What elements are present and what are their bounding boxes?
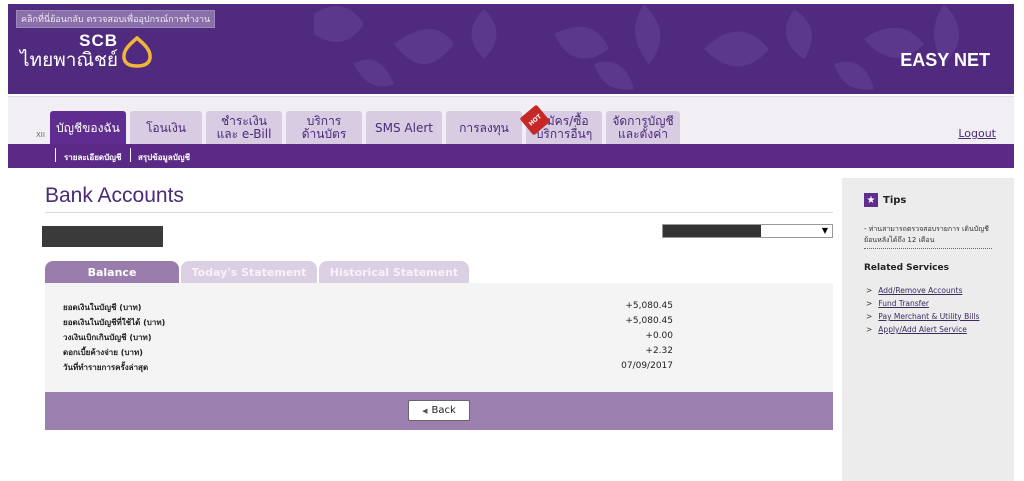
tab-label: การลงทุน bbox=[459, 120, 509, 135]
account-select[interactable]: ▼ bbox=[662, 224, 833, 238]
list-item: > Add/Remove Accounts bbox=[866, 286, 963, 295]
tab-label: บริการ ด้านบัตร bbox=[301, 114, 347, 141]
back-button[interactable]: ◀ Back bbox=[408, 400, 470, 421]
tips-title: Tips bbox=[883, 194, 907, 206]
sub-navigation: รายละเอียดบัญชี สรุปข้อมูลบัญชี bbox=[8, 144, 1014, 168]
tab-todays-statement[interactable]: Today's Statement bbox=[181, 261, 317, 283]
scb-logo-text[interactable]: SCB ไทยพาณิชย์ bbox=[20, 32, 118, 71]
row-value: 07/09/2017 bbox=[621, 361, 673, 371]
list-item: > Apply/Add Alert Service bbox=[866, 325, 967, 334]
subnav-account-summary[interactable]: สรุปข้อมูลบัญชี bbox=[138, 151, 190, 164]
tab-label: SMS Alert bbox=[375, 120, 433, 135]
link-fund-transfer[interactable]: Fund Transfer bbox=[878, 299, 929, 308]
subnav-separator bbox=[130, 148, 131, 162]
product-name: EASY NET bbox=[900, 50, 990, 70]
tab-label: บัญชีของฉัน bbox=[56, 120, 120, 135]
related-services-list: > Add/Remove Accounts > Fund Transfer > Pay… bbox=[866, 286, 979, 338]
tab-investment[interactable]: การลงทุน bbox=[446, 111, 522, 145]
tab-bill-payment[interactable]: ชำระเงิน และ e-Bill bbox=[206, 111, 282, 145]
sidebar: ★ Tips - ท่านสามารถตรวจสอบรายการ เดินบัญ… bbox=[842, 178, 1014, 481]
row-label: ยอดเงินในบัญชี (บาท) bbox=[63, 303, 142, 312]
scb-lotus-icon[interactable] bbox=[120, 36, 154, 68]
tab-balance[interactable]: Balance bbox=[45, 261, 179, 283]
list-item: > Fund Transfer bbox=[866, 299, 930, 308]
tab-account-settings[interactable]: จัดการบัญชี และตั้งค่า bbox=[606, 111, 680, 145]
row-label: ดอกเบี้ยค้างจ่าย (บาท) bbox=[63, 348, 143, 357]
tab-historical-statement[interactable]: Historical Statement bbox=[319, 261, 469, 283]
row-value: +0.00 bbox=[645, 331, 673, 341]
link-pay-merchant[interactable]: Pay Merchant & Utility Bills bbox=[878, 312, 979, 321]
balance-row: ยอดเงินในบัญชีที่ใช้ได้ (บาท) +5,080.45 bbox=[63, 316, 673, 330]
row-label: วงเงินเบิกเกินบัญชี (บาท) bbox=[63, 333, 152, 342]
logout-link[interactable]: Logout bbox=[958, 127, 996, 140]
tabbar-marker: XII bbox=[36, 131, 45, 139]
link-add-remove-accounts[interactable]: Add/Remove Accounts bbox=[878, 286, 962, 295]
panel-footer: ◀ Back bbox=[45, 392, 833, 430]
row-label: วันที่ทำรายการครั้งล่าสุด bbox=[63, 363, 149, 372]
row-value: +2.32 bbox=[645, 346, 673, 356]
related-services-title: Related Services bbox=[864, 263, 949, 273]
row-value: +5,080.45 bbox=[625, 316, 673, 326]
balance-row: วันที่ทำรายการครั้งล่าสุด 07/09/2017 bbox=[63, 361, 673, 375]
subnav-account-detail[interactable]: รายละเอียดบัญชี bbox=[64, 151, 121, 164]
balance-row: ดอกเบี้ยค้างจ่าย (บาท) +2.32 bbox=[63, 346, 673, 360]
tab-label: จัดการบัญชี และตั้งค่า bbox=[612, 114, 674, 141]
main-tab-bar: XII บัญชีของฉัน โอนเงิน ชำระเงิน และ e-Bi… bbox=[8, 96, 1014, 145]
chevron-left-icon: ◀ bbox=[422, 406, 428, 415]
link-apply-alert[interactable]: Apply/Add Alert Service bbox=[878, 325, 967, 334]
star-icon: ★ bbox=[864, 193, 878, 207]
tab-my-accounts[interactable]: บัญชีของฉัน bbox=[50, 111, 126, 145]
subnav-separator bbox=[55, 148, 56, 162]
tab-label: ชำระเงิน และ e-Bill bbox=[216, 114, 272, 141]
site-header: คลิกที่นี่ย้อนกลับ ตรวจสอบเพื่ออุปกรณ์กา… bbox=[8, 4, 1014, 94]
account-select-redacted-value bbox=[663, 225, 761, 237]
tip-text: - ท่านสามารถตรวจสอบรายการ เดินบัญชีย้อนห… bbox=[864, 224, 992, 249]
tab-label: โอนเงิน bbox=[145, 120, 187, 135]
row-label: ยอดเงินในบัญชีที่ใช้ได้ (บาท) bbox=[63, 318, 166, 327]
brand-en: SCB bbox=[79, 31, 119, 50]
back-label: Back bbox=[431, 405, 456, 416]
tips-header: ★ Tips bbox=[864, 193, 906, 207]
balance-panel: ยอดเงินในบัญชี (บาท) +5,080.45 ยอดเงินใน… bbox=[45, 283, 833, 392]
top-notice-link[interactable]: คลิกที่นี่ย้อนกลับ ตรวจสอบเพื่ออุปกรณ์กา… bbox=[16, 10, 216, 28]
balance-row: วงเงินเบิกเกินบัญชี (บาท) +0.00 bbox=[63, 331, 673, 345]
title-divider bbox=[45, 212, 833, 213]
brand-th: ไทยพาณิชย์ bbox=[20, 49, 119, 71]
tab-sms-alert[interactable]: SMS Alert bbox=[366, 111, 442, 145]
tab-card-services[interactable]: บริการ ด้านบัตร bbox=[286, 111, 362, 145]
row-value: +5,080.45 bbox=[625, 301, 673, 311]
page-title: Bank Accounts bbox=[45, 184, 184, 207]
tab-transfer[interactable]: โอนเงิน bbox=[130, 111, 202, 145]
chevron-down-icon: ▼ bbox=[821, 226, 828, 235]
account-name-redacted bbox=[42, 226, 163, 247]
header-pattern bbox=[314, 4, 959, 90]
list-item: > Pay Merchant & Utility Bills bbox=[866, 312, 980, 321]
balance-row: ยอดเงินในบัญชี (บาท) +5,080.45 bbox=[63, 301, 673, 315]
